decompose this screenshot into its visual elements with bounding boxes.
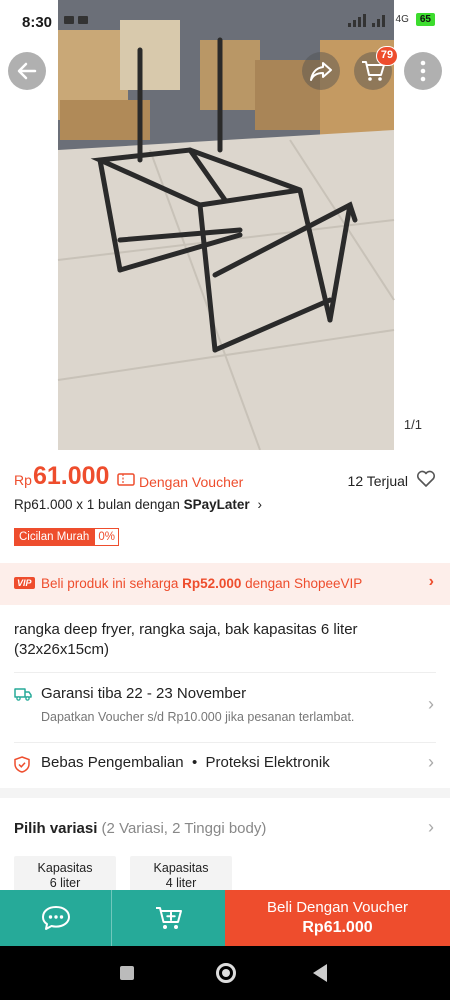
truck-icon <box>14 688 32 701</box>
product-image[interactable]: 8:30 4G 65 79 1/1 <box>0 0 450 450</box>
variation-options: Kapasitas 6 liter Kapasitas 4 liter <box>14 856 232 892</box>
image-page-indicator: 1/1 <box>393 412 432 437</box>
shipping-title: Garansi tiba 22 - 23 November <box>41 685 247 702</box>
add-to-cart-icon <box>155 907 182 929</box>
chat-icon <box>41 906 70 930</box>
share-icon <box>310 62 332 81</box>
vip-badge-icon: VIP <box>14 577 35 589</box>
voucher-icon <box>117 473 135 486</box>
price-row: Rp 61.000 Dengan Voucher 12 Terjual <box>14 462 436 494</box>
status-bar: 8:30 4G 65 <box>0 0 450 44</box>
vip-text: Beli produk ini seharga Rp52.000 dengan … <box>41 576 363 591</box>
cart-button[interactable]: 79 <box>354 46 398 90</box>
spaylater-info[interactable]: Rp61.000 x 1 bulan dengan SPayLater › <box>14 497 262 512</box>
arrow-left-icon <box>17 62 37 80</box>
spaylater-prefix: Rp61.000 x 1 bulan dengan <box>14 497 184 512</box>
notification-icons <box>62 13 102 31</box>
product-title: rangka deep fryer, rangka saja, bak kapa… <box>14 621 358 658</box>
shield-icon <box>14 756 30 773</box>
spaylater-brand: SPayLater <box>183 497 250 512</box>
variation-option[interactable]: Kapasitas 4 liter <box>130 856 232 892</box>
buy-with-voucher-button[interactable]: Beli Dengan Voucher Rp61.000 <box>225 890 450 946</box>
cart-count-badge: 79 <box>376 46 398 66</box>
divider <box>14 672 436 673</box>
add-to-cart-button[interactable] <box>112 890 225 946</box>
chevron-right-icon: › <box>428 694 434 714</box>
chevron-right-icon: › <box>428 817 434 837</box>
cicilan-label: Cicilan Murah <box>14 528 95 546</box>
cicilan-badge: Cicilan Murah 0% <box>14 528 119 546</box>
variation-option[interactable]: Kapasitas 6 liter <box>14 856 116 892</box>
price-amount: 61.000 <box>33 462 110 490</box>
network-label: 4G <box>395 14 409 25</box>
shipping-subtitle: Dapatkan Voucher s/d Rp10.000 jika pesan… <box>41 710 355 724</box>
returns-protection-row[interactable]: Bebas Pengembalian • Proteksi Elektronik… <box>0 746 450 784</box>
chat-button[interactable] <box>0 890 112 946</box>
system-nav-bar <box>0 946 450 1000</box>
share-button[interactable] <box>302 52 340 90</box>
spaylater-chevron-icon: › <box>257 497 262 512</box>
heart-icon[interactable] <box>416 470 436 488</box>
shipping-guarantee-row[interactable]: Garansi tiba 22 - 23 November Dapatkan V… <box>0 678 450 738</box>
chevron-right-icon: › <box>428 573 434 590</box>
voucher-label: Dengan Voucher <box>139 474 244 490</box>
divider <box>14 742 436 743</box>
buy-label: Beli Dengan Voucher <box>267 899 408 916</box>
more-vertical-icon <box>420 60 426 82</box>
more-options-button[interactable] <box>404 52 442 90</box>
chevron-right-icon: › <box>428 752 434 772</box>
buy-price: Rp61.000 <box>302 919 373 936</box>
returns-text: Bebas Pengembalian • Proteksi Elektronik <box>41 754 330 771</box>
variation-selector-row[interactable]: Pilih variasi (2 Variasi, 2 Tinggi body)… <box>0 798 450 858</box>
home-button[interactable] <box>216 963 236 983</box>
recents-button[interactable] <box>120 966 134 980</box>
sold-count: 12 Terjual <box>347 473 408 489</box>
battery-icon: 65 <box>414 12 436 27</box>
variation-label: Pilih variasi (2 Variasi, 2 Tinggi body) <box>14 820 267 837</box>
back-button[interactable] <box>8 52 46 90</box>
signal-icon <box>347 13 385 27</box>
shopee-vip-banner[interactable]: VIP Beli produk ini seharga Rp52.000 den… <box>0 563 450 605</box>
price-currency: Rp <box>14 472 32 488</box>
system-back-button[interactable] <box>313 964 327 982</box>
section-gap <box>0 788 450 798</box>
cicilan-rate: 0% <box>94 528 119 546</box>
bottom-action-bar: Beli Dengan Voucher Rp61.000 <box>0 890 450 946</box>
status-time: 8:30 <box>22 14 53 31</box>
